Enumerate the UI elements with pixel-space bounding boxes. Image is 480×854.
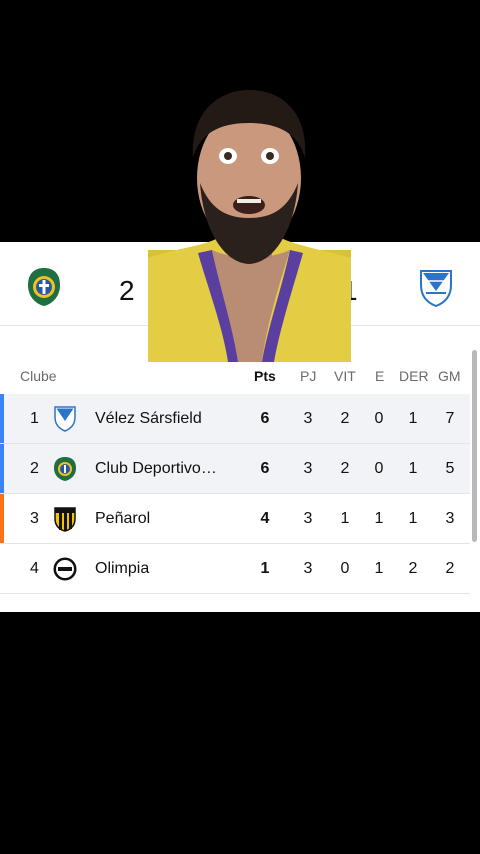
position: 2 <box>30 460 39 477</box>
points: 6 <box>260 460 270 477</box>
header-wins[interactable]: VIT <box>334 368 356 384</box>
header-club[interactable]: Clube <box>20 368 57 384</box>
wins: 2 <box>340 410 350 427</box>
played: 3 <box>303 510 313 527</box>
club-deportivo-crest-icon <box>54 457 76 481</box>
playoff-indicator <box>0 494 4 543</box>
losses: 2 <box>408 560 418 577</box>
draws: 1 <box>374 560 384 577</box>
points: 4 <box>260 510 270 527</box>
wins: 1 <box>340 510 350 527</box>
penarol-crest-icon <box>54 507 76 532</box>
played: 3 <box>303 560 313 577</box>
header-played[interactable]: PJ <box>300 368 316 384</box>
scrollbar[interactable] <box>472 350 477 542</box>
header-goals-for[interactable]: GM <box>438 368 461 384</box>
header-draws[interactable]: E <box>375 368 384 384</box>
header-losses[interactable]: DER <box>399 368 429 384</box>
goals-for: 7 <box>445 410 455 427</box>
table-row[interactable]: 1 Vélez Sársfield 6 3 2 0 1 7 <box>0 394 470 444</box>
table-row[interactable]: 2 Club Deportivo Liniers 6 3 2 0 1 5 <box>0 444 470 494</box>
draws: 1 <box>374 510 384 527</box>
club-name: Peñarol <box>95 510 151 527</box>
losses: 1 <box>408 410 418 427</box>
position: 4 <box>30 560 39 577</box>
goals-for: 3 <box>445 510 455 527</box>
header-points[interactable]: Pts <box>254 368 276 384</box>
points: 1 <box>260 560 270 577</box>
standings-table: Clube Pts PJ VIT E DER GM 1 Vélez Sársfi… <box>0 350 480 612</box>
olimpia-crest-icon <box>52 556 78 582</box>
home-score: 2 <box>119 275 135 306</box>
club-deportivo-crest-icon[interactable] <box>26 267 62 307</box>
losses: 1 <box>408 510 418 527</box>
losses: 1 <box>408 460 418 477</box>
points: 6 <box>260 410 270 427</box>
table-row[interactable]: 4 Olimpia 1 3 0 1 2 2 <box>0 544 470 594</box>
goals-for: 5 <box>445 460 455 477</box>
draws: 0 <box>374 460 384 477</box>
played: 3 <box>303 410 313 427</box>
qualification-indicator <box>0 444 4 493</box>
wins: 2 <box>340 460 350 477</box>
wins: 0 <box>340 560 350 577</box>
velez-crest-icon[interactable] <box>418 269 454 307</box>
streamer-overlay <box>148 90 351 362</box>
position: 1 <box>30 410 39 427</box>
club-name: Vélez Sársfield <box>95 410 202 427</box>
played: 3 <box>303 460 313 477</box>
goals-for: 2 <box>445 560 455 577</box>
qualification-indicator <box>0 394 4 443</box>
club-name: Olimpia <box>95 560 150 577</box>
club-name: Club Deportivo Liniers <box>95 460 221 477</box>
position: 3 <box>30 510 39 527</box>
velez-crest-icon <box>54 406 76 432</box>
draws: 0 <box>374 410 384 427</box>
table-row[interactable]: 3 Peñarol 4 3 1 1 1 3 <box>0 494 470 544</box>
